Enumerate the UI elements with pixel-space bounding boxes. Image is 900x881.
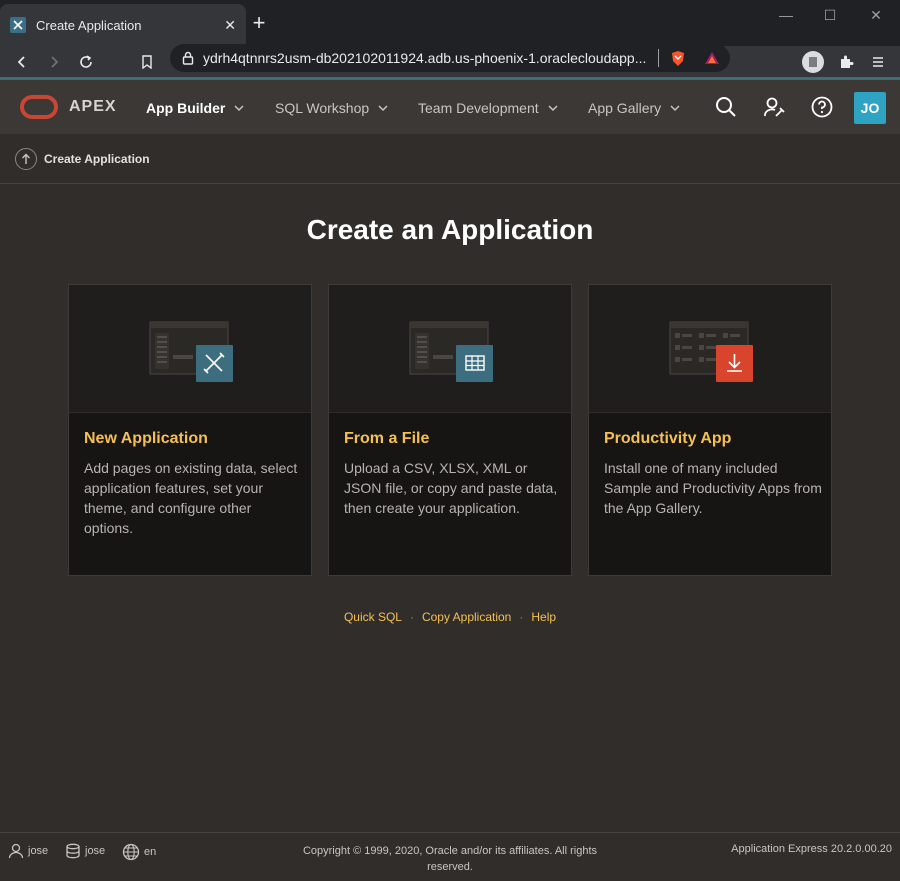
reload-icon[interactable] (74, 50, 98, 74)
new-application-card[interactable]: New Application Add pages on existing da… (68, 284, 312, 576)
window-close-icon[interactable]: ✕ (862, 4, 890, 26)
brave-rewards-icon[interactable] (704, 51, 720, 65)
card-title: New Application (84, 430, 208, 447)
app-window-illustration (409, 321, 493, 382)
menu-label: Team Development (418, 100, 539, 116)
url-text: ydrh4qtnnrs2usm-db202102011924.adb.us-ph… (203, 50, 647, 66)
card-description: Upload a CSV, XLSX, XML or JSON file, or… (344, 460, 558, 516)
quick-sql-link[interactable]: Quick SQL (344, 610, 402, 624)
card-illustration (329, 285, 571, 413)
card-description: Install one of many included Sample and … (604, 460, 822, 516)
oracle-logo-icon[interactable] (20, 95, 58, 119)
menu-app-gallery[interactable]: App Gallery (588, 100, 681, 116)
globe-icon (122, 843, 140, 861)
brave-shield-icon[interactable] (670, 50, 686, 67)
footer-user[interactable]: jose (8, 843, 48, 859)
separator-dot: · (519, 610, 524, 624)
bookmark-icon[interactable] (135, 50, 159, 74)
help-link[interactable]: Help (531, 610, 556, 624)
menu-label: App Builder (146, 100, 226, 116)
card-illustration (69, 285, 311, 413)
user-avatar[interactable]: JO (854, 92, 886, 124)
menu-icon[interactable] (866, 50, 890, 74)
breadcrumb: Create Application (0, 134, 900, 184)
apex-favicon-icon (10, 17, 26, 33)
footer-schema[interactable]: jose (65, 843, 105, 859)
helper-links: Quick SQL · Copy Application · Help (0, 610, 900, 624)
up-arrow-icon[interactable] (15, 148, 37, 170)
new-tab-button[interactable]: + (249, 10, 269, 36)
minimize-icon[interactable]: — (772, 4, 800, 26)
productivity-app-card[interactable]: Productivity App Install one of many inc… (588, 284, 832, 576)
copyright-text: Copyright © 1999, 2020, Oracle and/or it… (302, 845, 598, 873)
search-icon[interactable] (714, 95, 738, 119)
help-icon[interactable] (810, 95, 834, 119)
user-name: jose (28, 845, 49, 857)
address-bar[interactable]: ydrh4qtnnrs2usm-db202102011924.adb.us-ph… (170, 44, 730, 72)
menu-team-development[interactable]: Team Development (418, 100, 559, 116)
card-illustration (589, 285, 831, 413)
browser-tab-bar: Create Application ✕ + — ☐ ✕ (0, 0, 900, 46)
version-text: Application Express 20.2.0.00.20 (731, 843, 892, 855)
menu-label: App Gallery (588, 100, 662, 116)
chevron-down-icon (234, 105, 244, 112)
address-divider (658, 49, 659, 67)
maximize-icon[interactable]: ☐ (816, 4, 844, 26)
chevron-down-icon (670, 105, 680, 112)
footer: jose jose en Copyright © 1999, 2020, Ora… (0, 832, 900, 881)
menu-app-builder[interactable]: App Builder (146, 100, 245, 116)
menu-sql-workshop[interactable]: SQL Workshop (275, 100, 389, 116)
user-icon (8, 843, 24, 859)
card-title: From a File (344, 430, 430, 447)
apex-logo-text[interactable]: APEX (69, 98, 117, 116)
copy-application-link[interactable]: Copy Application (422, 610, 511, 624)
lock-icon (182, 51, 194, 65)
menu-label: SQL Workshop (275, 100, 370, 116)
card-title: Productivity App (604, 430, 732, 447)
database-icon (66, 843, 80, 859)
profile-icon[interactable] (802, 51, 824, 73)
schema-name: jose (85, 845, 106, 857)
browser-tab[interactable]: Create Application ✕ (0, 4, 246, 46)
footer-language[interactable]: en (122, 843, 156, 861)
page-title: Create Application (44, 152, 150, 166)
from-a-file-card[interactable]: From a File Upload a CSV, XLSX, XML or J… (328, 284, 572, 576)
create-app-heading: Create an Application (306, 214, 594, 245)
apex-header: APEX App Builder SQL Workshop Team Devel… (0, 80, 900, 134)
app-window-illustration (149, 321, 233, 382)
language-code: en (144, 846, 157, 858)
tab-title: Create Application (36, 17, 142, 33)
separator-dot: · (409, 610, 414, 624)
chevron-down-icon (378, 105, 388, 112)
chevron-down-icon (548, 105, 558, 112)
close-tab-icon[interactable]: ✕ (224, 17, 236, 34)
app-gallery-illustration (669, 321, 753, 382)
forward-icon[interactable] (42, 50, 66, 74)
extensions-icon[interactable] (834, 50, 858, 74)
back-icon[interactable] (10, 50, 34, 74)
card-description: Add pages on existing data, select appli… (84, 460, 298, 536)
administration-icon[interactable] (762, 95, 786, 119)
